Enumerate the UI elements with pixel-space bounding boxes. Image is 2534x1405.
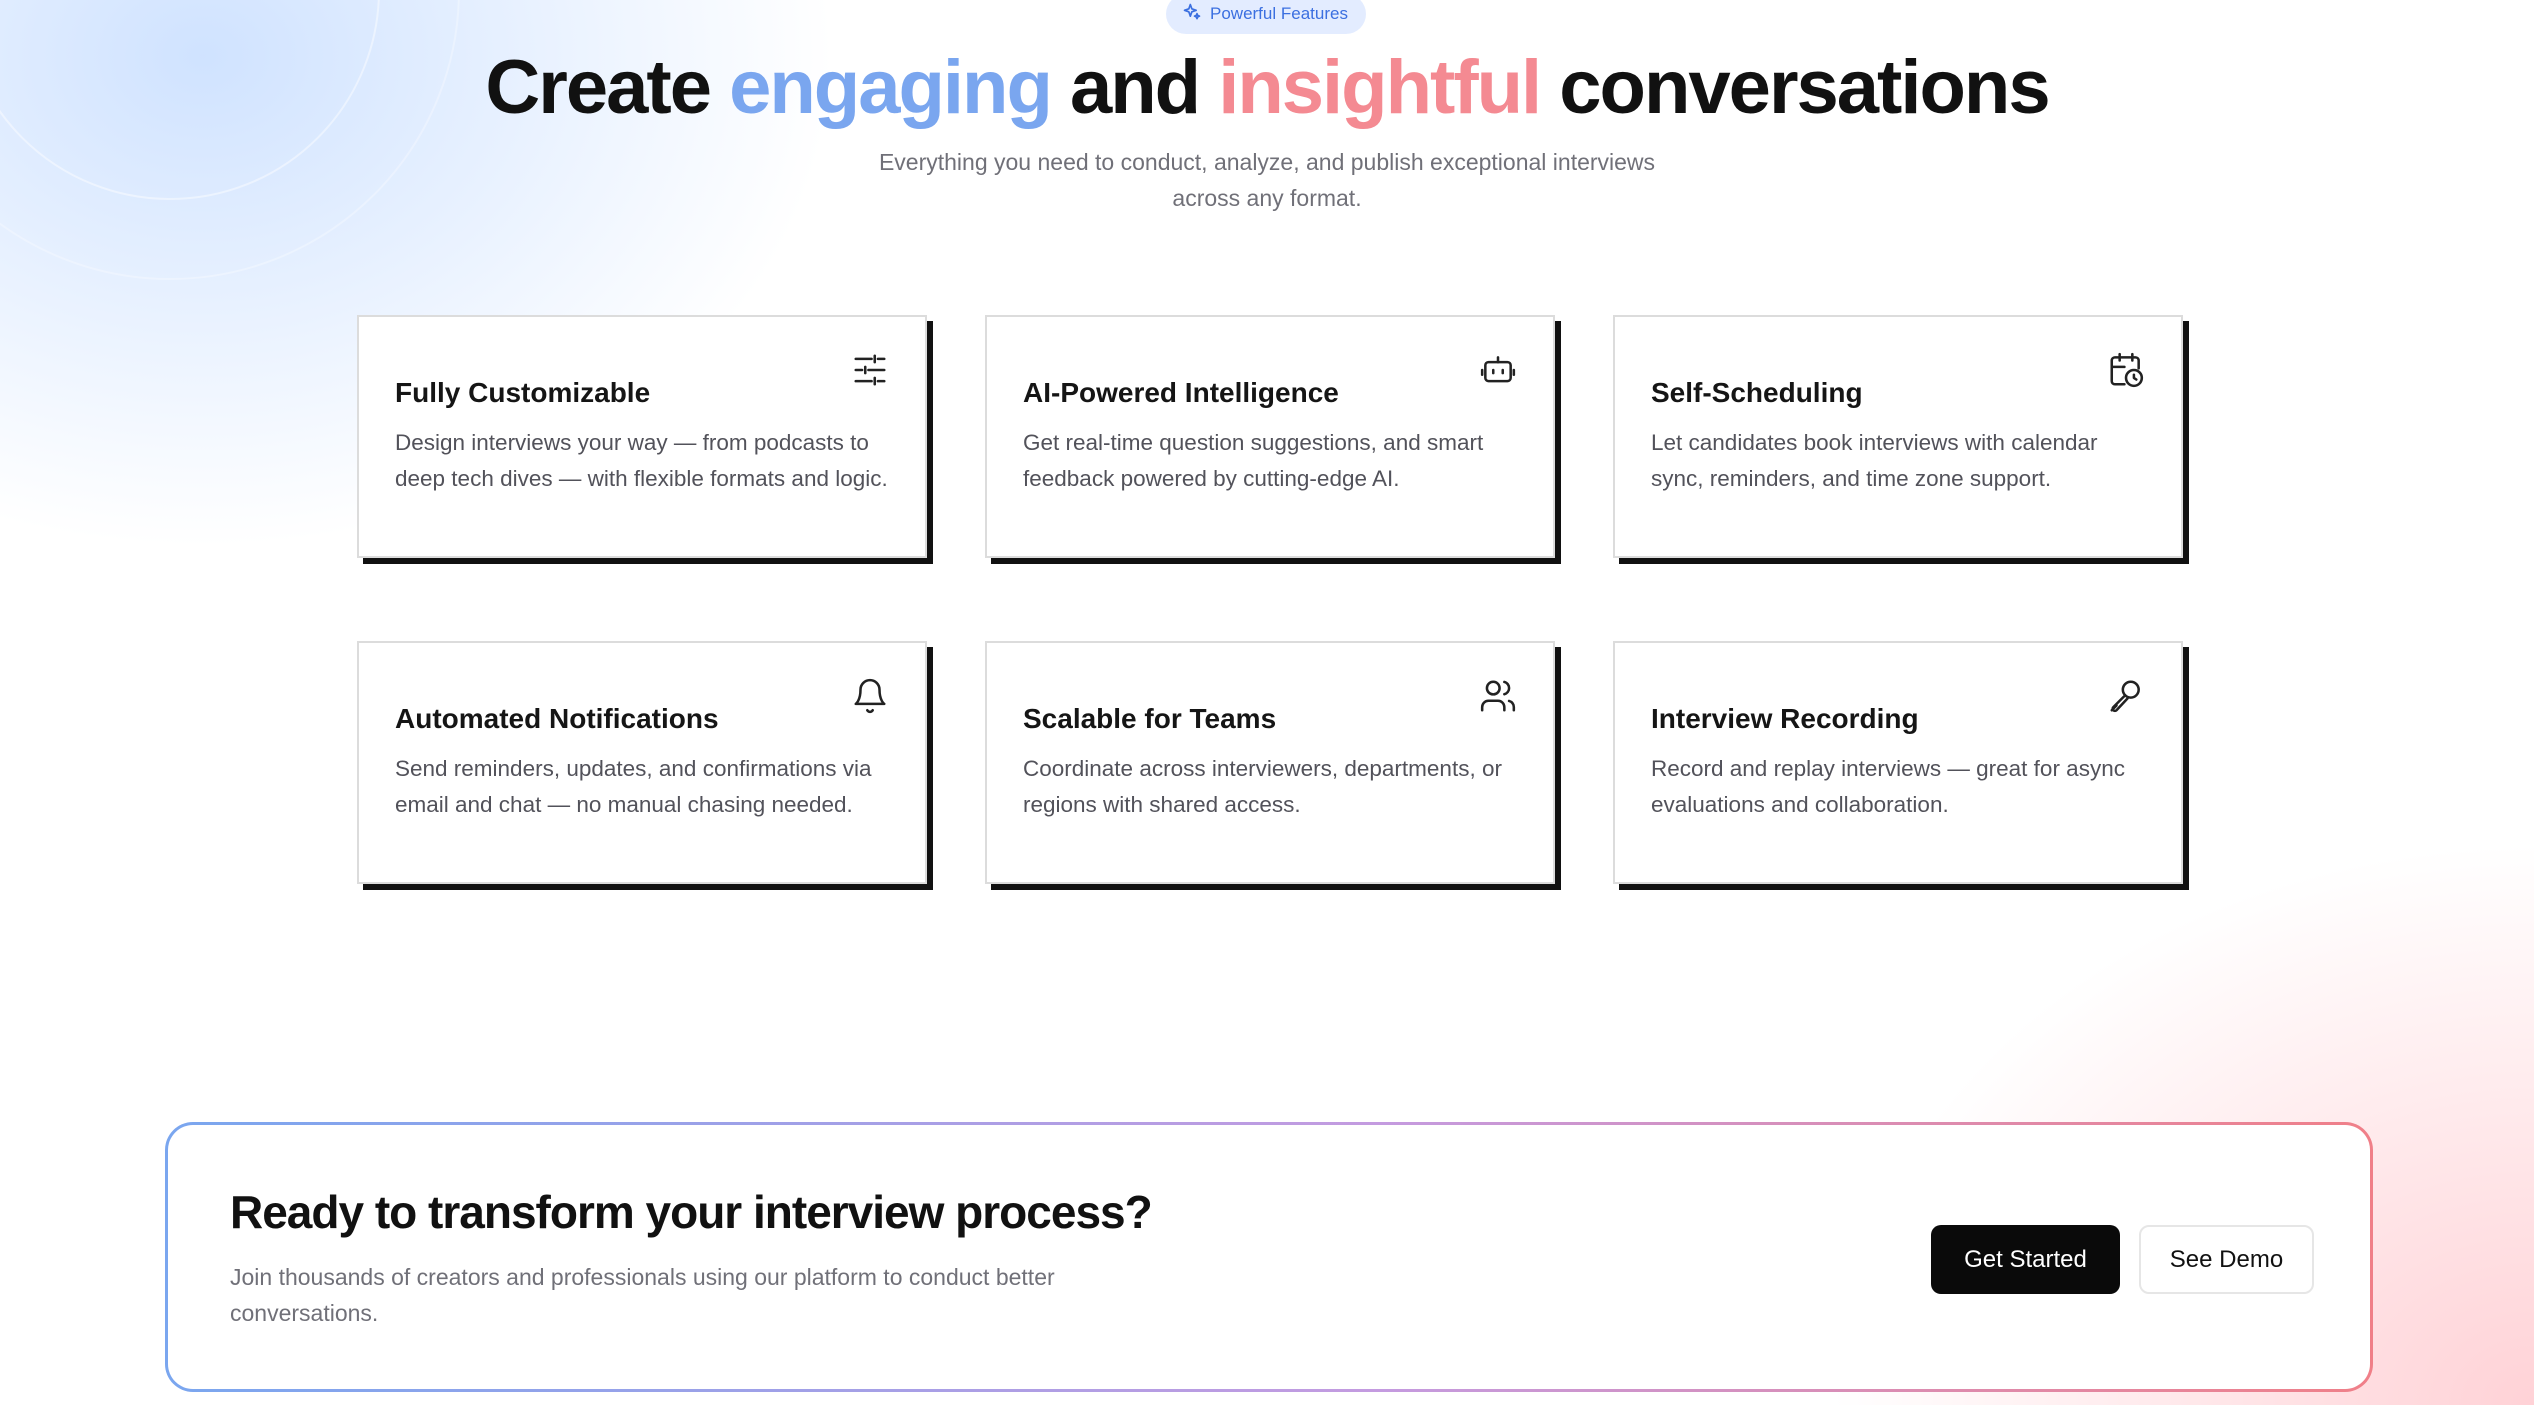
bell-icon [851, 677, 889, 715]
cta-panel: Ready to transform your interview proces… [165, 1122, 2373, 1392]
microphone-icon [2107, 677, 2145, 715]
title-highlight-insightful: insightful [1218, 45, 1542, 130]
page-title: Create engaging and insightful conversat… [0, 42, 2534, 134]
feature-title: Scalable for Teams [1023, 703, 1277, 734]
feature-card-ai: AI-Powered Intelligence Get real-time qu… [985, 315, 1555, 558]
subtitle-line: Everything you need to conduct, analyze,… [878, 149, 1656, 175]
feature-description: Let candidates book interviews with cale… [1651, 430, 2098, 491]
cta-panel-inner: Ready to transform your interview proces… [168, 1125, 2370, 1389]
subtitle-line: across any format. [1172, 185, 1362, 211]
get-started-button[interactable]: Get Started [1931, 1225, 2120, 1294]
cta-subtitle: Join thousands of creators and professio… [230, 1264, 1055, 1326]
cta-title: Ready to transform your interview proces… [230, 1186, 1153, 1238]
feature-title: Fully Customizable [395, 377, 651, 408]
feature-title: Interview Recording [1651, 703, 1919, 734]
feature-description: Get real-time question suggestions, and … [1023, 430, 1484, 491]
feature-description: Design interviews your way — from podcas… [395, 430, 888, 491]
calendar-clock-icon [2107, 351, 2145, 389]
title-highlight-engaging: engaging [729, 45, 1053, 130]
badge-label: Powerful Features [1210, 4, 1348, 23]
feature-description: Coordinate across interviewers, departme… [1023, 756, 1502, 817]
feature-description: Send reminders, updates, and confirmatio… [395, 756, 872, 817]
bot-icon [1479, 351, 1517, 389]
feature-description: Record and replay interviews — great for… [1651, 756, 2125, 817]
sparkle-icon [1182, 2, 1202, 27]
feature-title: AI-Powered Intelligence [1023, 377, 1339, 408]
title-text: conversations [1540, 45, 2050, 130]
see-demo-button[interactable]: See Demo [2139, 1225, 2314, 1294]
feature-title: Automated Notifications [395, 703, 719, 734]
title-text: Create [485, 45, 730, 130]
features-badge: Powerful Features [1166, 0, 1366, 34]
feature-title: Self-Scheduling [1651, 377, 1863, 408]
page-subtitle: Everything you need to conduct, analyze,… [847, 144, 1687, 216]
feature-card-teams: Scalable for Teams Coordinate across int… [985, 641, 1555, 884]
feature-card-recording: Interview Recording Record and replay in… [1613, 641, 2183, 884]
feature-card-customizable: Fully Customizable Design interviews you… [357, 315, 927, 558]
feature-card-notifications: Automated Notifications Send reminders, … [357, 641, 927, 884]
users-icon [1479, 677, 1517, 715]
sliders-icon [851, 351, 889, 389]
feature-card-scheduling: Self-Scheduling Let candidates book inte… [1613, 315, 2183, 558]
title-text: and [1050, 45, 1219, 130]
